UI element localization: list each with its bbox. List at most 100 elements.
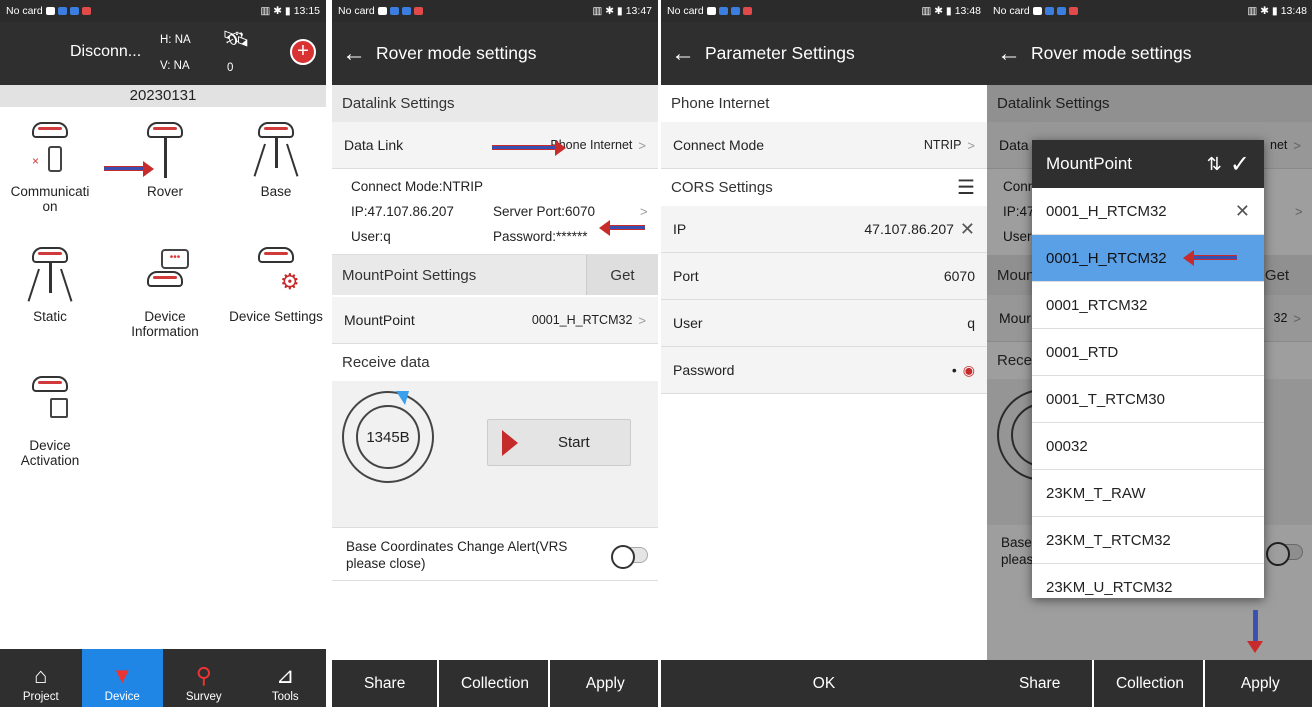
password-input[interactable]: • <box>952 362 957 378</box>
connection-info[interactable]: Connect Mode:NTRIP IP:47.107.86.207 Serv… <box>332 169 658 255</box>
clock: 13:48 <box>1280 5 1307 17</box>
bottom-actions: OK <box>661 660 987 707</box>
chevron-right-icon: > <box>640 204 648 219</box>
section-receive: Receive data <box>332 344 658 381</box>
nav-survey[interactable]: ⚲ Survey <box>163 649 245 707</box>
collection-button[interactable]: Collection <box>1097 660 1205 707</box>
user-row[interactable]: User q <box>661 300 987 347</box>
nav-device[interactable]: ▼ Device <box>81 649 163 707</box>
nav-tools[interactable]: ⊿ Tools <box>245 649 327 707</box>
start-button[interactable]: Start <box>487 419 631 466</box>
connection-status[interactable]: Disconn... <box>70 43 141 61</box>
play-icon <box>502 429 518 456</box>
communication-icon: × <box>20 120 80 178</box>
annotation-arrow <box>492 140 566 156</box>
list-item[interactable]: 0001_RTCM32 <box>1032 282 1264 329</box>
bottom-nav: ⌂ Project ▼ Device ⚲ Survey ⊿ Tools <box>0 649 326 707</box>
annotation-arrow-down <box>1253 610 1258 642</box>
ip-row[interactable]: IP 47.107.86.207 ✕ <box>661 206 987 253</box>
row-label: IP <box>673 221 687 237</box>
mountpoint-row[interactable]: MountPoint 0001_H_RTCM32 > <box>332 297 658 344</box>
list-item[interactable]: 0001_T_RTCM30 <box>1032 376 1264 423</box>
list-menu-icon[interactable]: ☰ <box>957 175 975 200</box>
eye-icon[interactable]: ◉ <box>963 362 975 379</box>
project-date: 20230131 <box>0 85 326 107</box>
annotation-arrow-head <box>1247 641 1263 653</box>
dialog-title: MountPoint <box>1046 154 1132 173</box>
signal-icon: ▥ ✱ ▮ <box>1247 5 1278 17</box>
row-label: User <box>673 315 703 331</box>
connect-mode-row[interactable]: Connect Mode NTRIP > <box>661 122 987 169</box>
clear-icon[interactable]: ✕ <box>1235 201 1250 222</box>
apply-button[interactable]: Apply <box>552 660 658 707</box>
page-title: Rover mode settings <box>1031 43 1192 63</box>
tile-device-information[interactable]: ••• Device Information <box>115 245 215 339</box>
device-info-icon: ••• <box>135 245 195 303</box>
mountpoint-dialog: MountPoint ⇅ ✓ 0001_H_RTCM32 ✕ 0001_H_RTC… <box>1032 140 1264 598</box>
tile-static[interactable]: Static <box>0 245 100 324</box>
user-input[interactable]: q <box>967 315 975 331</box>
password-row[interactable]: Password • ◉ <box>661 347 987 394</box>
static-icon <box>20 245 80 303</box>
clock: 13:47 <box>625 5 652 17</box>
list-item[interactable]: 23KM_T_RAW <box>1032 470 1264 517</box>
mountpoint-search-input[interactable]: 0001_H_RTCM32 ✕ <box>1032 188 1264 235</box>
annotation-arrow <box>104 161 154 177</box>
alert-toggle[interactable] <box>611 545 648 569</box>
get-button[interactable]: Get <box>586 255 658 295</box>
tile-communication[interactable]: × Communication <box>0 120 100 214</box>
clear-icon[interactable]: ✕ <box>960 219 975 240</box>
device-activation-icon <box>20 374 80 432</box>
app-bar: ← Rover mode settings <box>987 22 1312 85</box>
sort-icon[interactable]: ⇅ <box>1207 154 1222 175</box>
project-icon: ⌂ <box>34 663 48 688</box>
tile-label: Device Information <box>131 309 199 339</box>
tile-rover[interactable]: Rover <box>115 120 215 199</box>
server-port-text: Server Port:6070 <box>493 204 596 219</box>
chevron-right-icon: > <box>967 137 975 153</box>
carrier-text: No card <box>667 5 704 17</box>
tile-device-settings[interactable]: ⚙ Device Settings <box>226 245 326 324</box>
signal-icon: ▥ ✱ ▮ <box>921 5 952 17</box>
share-button[interactable]: Share <box>332 660 440 707</box>
mountpoint-picker-screen: No card ▥ ✱ ▮ 13:48 ← Rover mode settings… <box>987 0 1312 707</box>
section-label: MountPoint Settings <box>342 266 477 284</box>
port-row[interactable]: Port 6070 <box>661 253 987 300</box>
back-arrow-icon[interactable]: ← <box>671 41 705 66</box>
satellite-count: 0 <box>227 62 234 74</box>
parameter-settings-screen: No card ▥ ✱ ▮ 13:48 ← Parameter Settings … <box>661 0 987 707</box>
dialog-header: MountPoint ⇅ ✓ <box>1032 140 1264 188</box>
h-precision: H: NA <box>160 34 191 46</box>
apply-button[interactable]: Apply <box>1207 660 1312 707</box>
section-cors: CORS Settings ☰ <box>661 169 987 206</box>
tile-label: Rover <box>146 184 183 199</box>
survey-icon: ⚲ <box>195 663 212 688</box>
check-icon[interactable]: ✓ <box>1230 150 1250 179</box>
tile-label: Static <box>33 309 67 324</box>
tile-label: Base <box>260 184 292 199</box>
tile-device-activation[interactable]: Device Activation <box>0 374 100 468</box>
tile-base[interactable]: Base <box>226 120 326 199</box>
annotation-arrow <box>1183 250 1237 266</box>
bottom-actions: Share Collection Apply <box>332 660 658 707</box>
ip-input[interactable]: 47.107.86.207 <box>864 221 954 237</box>
status-bar: No card ▥ ✱ ▮ 13:48 <box>987 0 1312 22</box>
progress-segment <box>396 391 409 405</box>
back-arrow-icon[interactable]: ← <box>342 41 376 66</box>
row-value: 0001_H_RTCM32 <box>531 313 633 327</box>
bytes-count: 1345B <box>366 428 410 446</box>
nav-project[interactable]: ⌂ Project <box>0 649 82 707</box>
port-input[interactable]: 6070 <box>944 268 975 284</box>
section-datalink: Datalink Settings <box>332 85 658 122</box>
collection-button[interactable]: Collection <box>442 660 550 707</box>
back-arrow-icon[interactable]: ← <box>997 41 1031 66</box>
list-item[interactable]: 23KM_U_RTCM32 <box>1032 564 1264 598</box>
add-icon[interactable]: + <box>290 39 316 65</box>
chevron-right-icon: > <box>638 312 646 328</box>
carrier-text: No card <box>338 5 375 17</box>
list-item[interactable]: 0001_RTD <box>1032 329 1264 376</box>
share-button[interactable]: Share <box>987 660 1095 707</box>
list-item[interactable]: 23KM_T_RTCM32 <box>1032 517 1264 564</box>
list-item[interactable]: 00032 <box>1032 423 1264 470</box>
ok-button[interactable]: OK <box>661 660 987 707</box>
